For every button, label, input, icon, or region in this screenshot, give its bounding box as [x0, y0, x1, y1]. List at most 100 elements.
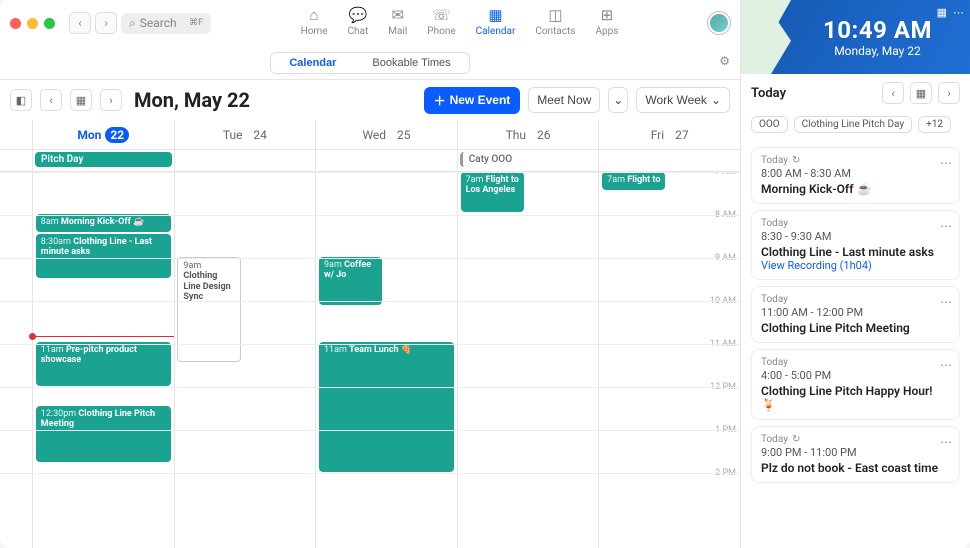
- calendar-event[interactable]: 8:30am Clothing Line - Last minute asks: [36, 234, 171, 278]
- day-column-thu[interactable]: 7am Flight to Los Angeles: [457, 172, 599, 548]
- mini-calendar-icon[interactable]: ▦: [937, 6, 947, 19]
- overflow-icon[interactable]: ⋯: [940, 358, 953, 372]
- calendar-event[interactable]: 7am Flight to: [602, 172, 665, 190]
- calendar-event[interactable]: 9am Clothing Line Design Sync: [177, 257, 240, 362]
- agenda-day-label: Today: [761, 218, 950, 229]
- next-period-button[interactable]: ›: [100, 89, 122, 111]
- day-column-wed[interactable]: 9am Coffee w/ Jo 11am Team Lunch 🍕: [315, 172, 457, 548]
- overflow-icon[interactable]: ⋯: [940, 156, 953, 170]
- agenda-title: Morning Kick-Off ☕: [761, 182, 950, 196]
- agenda-time-range: 8:30 - 9:30 AM: [761, 230, 950, 243]
- tab-phone[interactable]: ☏Phone: [427, 0, 455, 37]
- search-placeholder: Search: [140, 16, 177, 30]
- button-label: Work Week: [645, 93, 707, 107]
- tab-home[interactable]: ⌂Home: [301, 0, 328, 37]
- top-right-controls: [708, 12, 730, 34]
- calendar-event[interactable]: 12:30pm Clothing Line Pitch Meeting: [36, 406, 171, 462]
- time-grid[interactable]: 7 AM8 AM9 AM10 AM11 AM12 PM1 PM2 PM 8am …: [0, 172, 740, 548]
- hero-graphic: [741, 0, 791, 74]
- agenda-prev-button[interactable]: ‹: [882, 82, 904, 104]
- allday-cell-fri[interactable]: [598, 150, 740, 171]
- agenda-day-label: Today ↻: [761, 434, 950, 445]
- event-title: Flight to: [627, 175, 660, 185]
- day-header-thu[interactable]: Thu 26: [457, 120, 599, 149]
- allday-cell-thu[interactable]: Caty OOO: [457, 150, 599, 171]
- contacts-icon: ◫: [548, 6, 562, 24]
- date-picker-button[interactable]: ▦: [70, 89, 92, 111]
- settings-gear[interactable]: ⚙: [719, 54, 730, 68]
- event-time: 11am: [324, 345, 347, 355]
- agenda-list[interactable]: ⋯Today ↻8:00 AM - 8:30 AMMorning Kick-Of…: [741, 141, 970, 548]
- agenda-title: Clothing Line Pitch Meeting: [761, 321, 950, 335]
- meet-now-dropdown[interactable]: ⌄: [608, 87, 628, 113]
- tab-contacts[interactable]: ◫Contacts: [535, 0, 575, 37]
- day-column-tue[interactable]: 9am Clothing Line Design Sync: [174, 172, 316, 548]
- event-title: Clothing Line Design Sync: [183, 271, 230, 302]
- meet-now-button[interactable]: Meet Now: [528, 87, 600, 113]
- agenda-datepicker-button[interactable]: ▦: [910, 82, 932, 104]
- filter-pill[interactable]: Clothing Line Pitch Day: [794, 116, 913, 133]
- new-event-button[interactable]: ＋New Event: [424, 87, 521, 114]
- event-time: 9am: [324, 260, 342, 270]
- search-input[interactable]: ⌕ Search ⌘F: [121, 13, 211, 34]
- tab-mail[interactable]: ✉Mail: [388, 0, 407, 37]
- filter-pill[interactable]: OOO: [751, 116, 788, 133]
- day-of-week: Fri: [651, 128, 664, 142]
- calendar-event[interactable]: 7am Flight to Los Angeles: [461, 172, 524, 212]
- day-header-wed[interactable]: Wed 25: [315, 120, 457, 149]
- agenda-recording-link[interactable]: View Recording (1h04): [761, 259, 950, 272]
- home-icon: ⌂: [310, 6, 319, 24]
- page-title: Mon, May 22: [134, 88, 250, 112]
- zoom-icon[interactable]: [44, 18, 55, 29]
- agenda-next-button[interactable]: ›: [938, 82, 960, 104]
- minimize-icon[interactable]: [27, 18, 38, 29]
- overflow-icon[interactable]: ⋯: [940, 219, 953, 233]
- tab-label: Chat: [348, 26, 369, 37]
- avatar[interactable]: [708, 12, 730, 34]
- day-column-fri[interactable]: 7am Flight to: [598, 172, 740, 548]
- agenda-card[interactable]: ⋯Today11:00 AM - 12:00 PMClothing Line P…: [751, 286, 960, 343]
- sub-tab-bookable[interactable]: Bookable Times: [354, 53, 468, 73]
- tab-apps[interactable]: ⊞Apps: [595, 0, 618, 37]
- overflow-icon[interactable]: ⋯: [953, 6, 964, 19]
- day-number: 26: [537, 128, 551, 142]
- overflow-icon[interactable]: ⋯: [940, 435, 953, 449]
- day-column-mon[interactable]: 8am Morning Kick-Off ☕ 8:30am Clothing Li…: [32, 172, 174, 548]
- agenda-card[interactable]: ⋯Today4:00 - 5:00 PMClothing Line Pitch …: [751, 349, 960, 420]
- event-time: 8:30am: [41, 237, 71, 247]
- allday-cell-wed[interactable]: [315, 150, 457, 171]
- forward-button[interactable]: ›: [95, 12, 117, 34]
- day-header-mon[interactable]: Mon 22: [32, 120, 174, 149]
- calendar-event[interactable]: 11am Pre-pitch product showcase: [36, 342, 171, 386]
- tab-label: Apps: [595, 26, 618, 37]
- agenda-card[interactable]: ⋯Today ↻8:00 AM - 8:30 AMMorning Kick-Of…: [751, 147, 960, 204]
- day-number: 24: [253, 128, 267, 142]
- calendar-event[interactable]: 11am Team Lunch 🍕: [319, 342, 454, 472]
- time-gutter: 7 AM8 AM9 AM10 AM11 AM12 PM1 PM2 PM: [0, 172, 32, 548]
- day-header-tue[interactable]: Tue 24: [174, 120, 316, 149]
- calendar-header: ◧ ‹ ▦ › Mon, May 22 ＋New Event Meet Now …: [0, 80, 740, 120]
- calendar-event[interactable]: 8am Morning Kick-Off ☕: [36, 214, 171, 232]
- day-of-week: Thu: [506, 128, 526, 142]
- close-icon[interactable]: [10, 18, 21, 29]
- agenda-card[interactable]: ⋯Today8:30 - 9:30 AMClothing Line - Last…: [751, 210, 960, 280]
- day-header-fri[interactable]: Fri 27: [598, 120, 740, 149]
- allday-cell-mon[interactable]: Pitch Day: [32, 150, 174, 171]
- allday-cell-tue[interactable]: [174, 150, 316, 171]
- phone-icon: ☏: [432, 6, 451, 24]
- overflow-icon[interactable]: ⋯: [940, 295, 953, 309]
- day-of-week: Mon: [77, 128, 101, 142]
- agenda-card[interactable]: ⋯Today ↻9:00 PM - 11:00 PMPlz do not boo…: [751, 426, 960, 483]
- calendar-event[interactable]: 9am Coffee w/ Jo: [319, 257, 382, 305]
- tab-chat[interactable]: 💬Chat: [348, 0, 369, 37]
- sub-tab-calendar[interactable]: Calendar: [271, 53, 354, 73]
- allday-event[interactable]: Pitch Day: [35, 152, 172, 167]
- prev-period-button[interactable]: ‹: [40, 89, 62, 111]
- tab-calendar[interactable]: ▦Calendar: [476, 0, 516, 37]
- view-switcher[interactable]: Work Week⌄: [636, 87, 730, 113]
- agenda-title: Clothing Line Pitch Happy Hour! 🍹: [761, 384, 950, 412]
- allday-event[interactable]: Caty OOO: [460, 152, 597, 167]
- sidebar-toggle[interactable]: ◧: [10, 89, 32, 111]
- filter-pill[interactable]: +12: [918, 116, 951, 133]
- back-button[interactable]: ‹: [69, 12, 91, 34]
